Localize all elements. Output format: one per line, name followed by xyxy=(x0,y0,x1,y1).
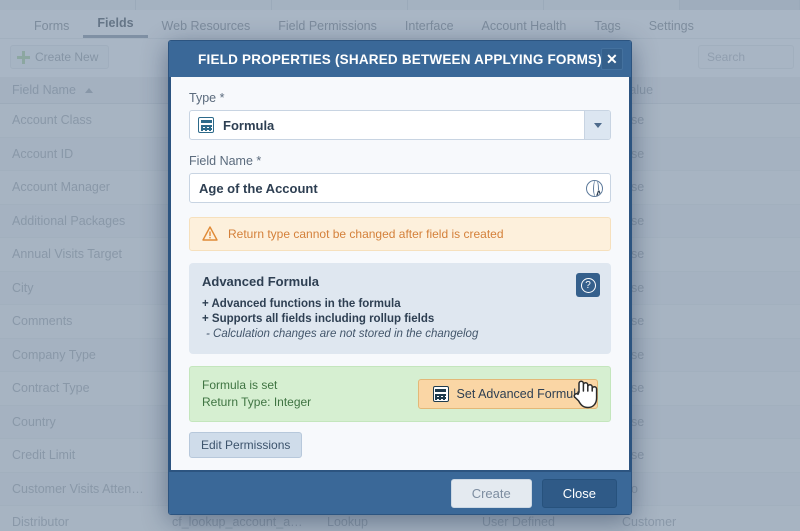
tab-field-permissions[interactable]: Field Permissions xyxy=(264,19,391,39)
sliver-cell xyxy=(544,0,680,10)
sliver-cell xyxy=(272,0,408,10)
formula-status-panel: Formula is set Return Type: Integer Set … xyxy=(189,366,611,422)
sliver-cell xyxy=(136,0,272,10)
dialog-body: Type * Formula Field Name * Age of the A… xyxy=(169,77,631,470)
cell-field-name: Customer Visits Attend… xyxy=(12,481,151,496)
create-button[interactable]: Create xyxy=(450,478,532,508)
tab-web-resources[interactable]: Web Resources xyxy=(148,19,265,39)
cell-field-name: Comments xyxy=(12,314,73,329)
advanced-formula-bullet: + Advanced functions in the formula xyxy=(202,298,401,310)
sort-ascending-icon xyxy=(85,88,94,94)
dialog-title: FIELD PROPERTIES (SHARED BETWEEN APPLYIN… xyxy=(198,51,602,67)
create-new-button[interactable]: Create New xyxy=(10,45,110,69)
set-advanced-formula-button[interactable]: Set Advanced Formula xyxy=(417,379,598,409)
type-select-value: Formula xyxy=(223,117,275,133)
cell-field-name: Country xyxy=(12,414,56,429)
cell-field-name: Company Type xyxy=(12,347,96,362)
tab-bar: Forms Fields Web Resources Field Permiss… xyxy=(0,10,800,39)
cell-field-name: City xyxy=(12,280,34,295)
chevron-down-icon[interactable] xyxy=(584,111,610,139)
tab-settings[interactable]: Settings xyxy=(635,19,708,39)
calculator-icon xyxy=(198,117,214,133)
search-input[interactable]: Search xyxy=(698,45,794,69)
formula-return-type-text: Return Type: Integer xyxy=(202,395,312,409)
warning-banner: Return type cannot be changed after fiel… xyxy=(189,217,611,251)
dialog-header: FIELD PROPERTIES (SHARED BETWEEN APPLYIN… xyxy=(169,41,631,77)
field-name-value: Age of the Account xyxy=(199,180,318,196)
cell-field-name: Credit Limit xyxy=(12,448,76,463)
close-icon[interactable]: ✕ xyxy=(601,48,623,70)
cell-field-name: Account ID xyxy=(12,146,74,161)
table-header-sliver xyxy=(0,0,800,10)
dialog-footer: Create Close xyxy=(169,470,631,514)
close-button[interactable]: Close xyxy=(541,478,617,508)
advanced-formula-note: - Calculation changes are not stored in … xyxy=(206,328,479,340)
column-label: Field Name xyxy=(12,83,76,97)
cell-field-name: Account Manager xyxy=(12,180,110,195)
tab-account-health[interactable]: Account Health xyxy=(468,19,581,39)
cell-type: Lookup xyxy=(327,515,369,530)
tab-tags[interactable]: Tags xyxy=(580,19,634,39)
tab-interface[interactable]: Interface xyxy=(391,19,468,39)
advanced-formula-panel: Advanced Formula + Advanced functions in… xyxy=(189,263,611,354)
field-properties-dialog: FIELD PROPERTIES (SHARED BETWEEN APPLYIN… xyxy=(168,40,632,515)
cell-field-name: Account Class xyxy=(12,113,92,128)
help-icon[interactable]: ? xyxy=(576,273,600,297)
sliver-cell xyxy=(0,0,136,10)
tab-fields[interactable]: Fields xyxy=(83,16,148,38)
translate-globe-icon[interactable]: A xyxy=(586,180,603,197)
cell-api-name: cf_lookup_account_acc… xyxy=(172,515,315,530)
set-advanced-formula-label: Set Advanced Formula xyxy=(456,387,583,401)
cell-field-name: Distributor xyxy=(12,515,69,530)
formula-status-text: Formula is set Return Type: Integer xyxy=(202,377,311,411)
calculator-icon xyxy=(432,386,449,402)
create-new-label: Create New xyxy=(35,50,99,64)
formula-is-set-text: Formula is set xyxy=(202,378,278,392)
field-name-label: Field Name * xyxy=(189,154,262,168)
cell-value: Customer xyxy=(622,515,677,530)
advanced-formula-title: Advanced Formula xyxy=(202,274,320,289)
column-header-field-name[interactable]: Field Name xyxy=(0,83,160,97)
type-label: Type * xyxy=(189,91,225,105)
help-question-mark: ? xyxy=(580,277,596,293)
cell-field-name: Additional Packages xyxy=(12,213,126,228)
field-name-input[interactable]: Age of the Account A xyxy=(189,173,611,203)
type-select[interactable]: Formula xyxy=(189,110,611,140)
edit-permissions-button[interactable]: Edit Permissions xyxy=(189,432,303,458)
cell-field-name: Contract Type xyxy=(12,381,90,396)
cell-status: User Defined xyxy=(482,515,555,530)
sliver-cell xyxy=(408,0,544,10)
advanced-formula-bullet: + Supports all fields including rollup f… xyxy=(202,313,435,325)
cell-field-name: Annual Visits Target xyxy=(12,247,123,262)
warning-triangle-icon xyxy=(202,226,218,241)
warning-text: Return type cannot be changed after fiel… xyxy=(228,227,504,241)
tab-forms[interactable]: Forms xyxy=(20,19,83,39)
sliver-cell xyxy=(680,0,800,10)
plus-icon xyxy=(17,50,30,64)
